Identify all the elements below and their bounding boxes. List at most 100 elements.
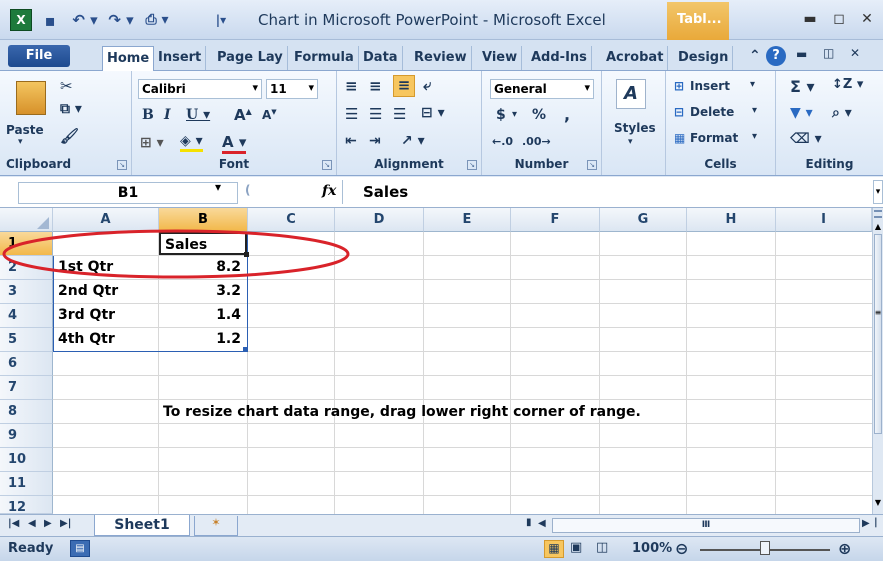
format-painter-icon[interactable]: 🖌 bbox=[60, 127, 79, 145]
zoom-in-icon[interactable]: ⊕ bbox=[838, 539, 851, 558]
split-box-icon[interactable] bbox=[874, 210, 882, 218]
column-header[interactable]: E bbox=[424, 208, 511, 232]
tab-split-handle[interactable]: ▮ bbox=[526, 517, 532, 528]
scroll-thumb[interactable] bbox=[874, 234, 882, 434]
font-name-dropdown[interactable]: Calibri bbox=[138, 79, 262, 99]
format-dropdown-icon[interactable]: ▾ bbox=[752, 131, 757, 142]
tab-add-ins[interactable]: Add-Ins bbox=[527, 46, 592, 70]
prev-sheet-icon[interactable]: ◀ bbox=[28, 518, 36, 529]
minimize-icon[interactable]: ▬ bbox=[797, 8, 823, 30]
find-select-icon[interactable]: ⌕ ▾ bbox=[832, 105, 852, 121]
redo-icon[interactable]: ↷ ▾ bbox=[104, 9, 138, 31]
delete-cells-button[interactable]: Delete bbox=[690, 105, 734, 119]
row-header[interactable]: 6 bbox=[0, 352, 53, 376]
copy-icon[interactable]: ⧉ ▾ bbox=[60, 101, 82, 117]
tab-acrobat[interactable]: Acrobat bbox=[602, 46, 669, 70]
zoom-slider-thumb[interactable] bbox=[760, 541, 770, 555]
align-left-icon[interactable]: ☰ bbox=[345, 105, 358, 123]
normal-view-icon[interactable]: ▦ bbox=[544, 540, 564, 558]
macro-record-icon[interactable]: ▤ bbox=[70, 540, 90, 557]
workbook-restore-icon[interactable]: ◫ bbox=[823, 46, 834, 60]
customize-qat-icon[interactable]: |▾ bbox=[208, 9, 234, 31]
bold-icon[interactable]: B bbox=[142, 107, 154, 123]
row-header[interactable]: 12 bbox=[0, 496, 53, 514]
column-header[interactable]: F bbox=[511, 208, 600, 232]
page-break-view-icon[interactable]: ◫ bbox=[596, 540, 608, 555]
cell-a3[interactable]: 2nd Qtr bbox=[54, 280, 158, 303]
delete-dropdown-icon[interactable]: ▾ bbox=[752, 105, 757, 116]
orientation-icon[interactable]: ↗ ▾ bbox=[401, 133, 425, 149]
insert-cells-button[interactable]: Insert bbox=[690, 79, 730, 93]
print-preview-icon[interactable]: ⎙ ▾ bbox=[140, 9, 174, 31]
column-header[interactable]: G bbox=[600, 208, 687, 232]
cell-b3[interactable]: 3.2 bbox=[159, 280, 247, 303]
number-launcher-icon[interactable]: ↘ bbox=[587, 160, 597, 170]
align-middle-icon[interactable]: ≡ bbox=[369, 77, 382, 95]
range-resize-handle[interactable] bbox=[243, 347, 248, 352]
clear-icon[interactable]: ⌫ ▾ bbox=[790, 131, 822, 147]
excel-logo-icon[interactable]: X bbox=[10, 9, 32, 31]
font-launcher-icon[interactable]: ↘ bbox=[322, 160, 332, 170]
scroll-right-icon[interactable]: ▶ bbox=[862, 518, 870, 529]
tab-design[interactable]: Design bbox=[674, 46, 734, 70]
column-header[interactable]: H bbox=[687, 208, 776, 232]
insert-function-button[interactable]: fx bbox=[322, 183, 336, 199]
zoom-out-icon[interactable]: ⊖ bbox=[675, 539, 688, 558]
font-size-dropdown[interactable]: 11 bbox=[266, 79, 318, 99]
row-header[interactable]: 9 bbox=[0, 424, 53, 448]
alignment-launcher-icon[interactable]: ↘ bbox=[467, 160, 477, 170]
borders-icon[interactable]: ⊞ ▾ bbox=[140, 135, 164, 151]
styles-button[interactable]: Styles bbox=[614, 121, 656, 135]
row-header[interactable]: 8 bbox=[0, 400, 53, 424]
sort-filter-icon[interactable]: ↕Z ▾ bbox=[832, 77, 863, 92]
number-format-dropdown[interactable]: General bbox=[490, 79, 594, 99]
expand-formula-bar-icon[interactable]: ▾ bbox=[873, 180, 883, 204]
row-header[interactable]: 5 bbox=[0, 328, 53, 352]
tab-formulas[interactable]: Formula bbox=[290, 46, 359, 70]
paste-button[interactable]: Paste bbox=[6, 123, 44, 137]
increase-indent-icon[interactable]: ⇥ bbox=[369, 133, 381, 149]
align-right-icon[interactable]: ☰ bbox=[393, 105, 406, 123]
undo-icon[interactable]: ↶ ▾ bbox=[68, 9, 102, 31]
align-center-icon[interactable]: ☰ bbox=[369, 105, 382, 123]
increase-decimal-icon[interactable]: ←.0 bbox=[492, 135, 513, 148]
paste-icon[interactable] bbox=[16, 81, 46, 115]
clipboard-launcher-icon[interactable]: ↘ bbox=[117, 160, 127, 170]
save-icon[interactable]: ▪ bbox=[40, 9, 60, 31]
tab-insert[interactable]: Insert bbox=[154, 46, 207, 70]
styles-dropdown-icon[interactable]: ▾ bbox=[628, 137, 633, 147]
row-header[interactable]: 7 bbox=[0, 376, 53, 400]
column-header[interactable]: I bbox=[776, 208, 872, 232]
delete-cells-icon[interactable]: ⊟ bbox=[674, 105, 684, 119]
name-box-dropdown-icon[interactable]: ▾ bbox=[215, 180, 221, 194]
last-sheet-icon[interactable]: ▶| bbox=[60, 518, 71, 529]
fill-color-icon[interactable]: ◈ ▾ bbox=[180, 133, 203, 152]
vertical-scrollbar[interactable]: ▲ ≡ ▼ bbox=[872, 208, 883, 514]
merge-center-icon[interactable]: ⊟ ▾ bbox=[421, 105, 445, 121]
cut-icon[interactable]: ✂ bbox=[60, 77, 73, 95]
decrease-indent-icon[interactable]: ⇤ bbox=[345, 133, 357, 149]
insert-dropdown-icon[interactable]: ▾ bbox=[750, 79, 755, 90]
workbook-minimize-icon[interactable]: ▬ bbox=[796, 47, 807, 61]
tab-view[interactable]: View bbox=[478, 46, 523, 70]
row-header[interactable]: 10 bbox=[0, 448, 53, 472]
align-top-icon[interactable]: ≡ bbox=[345, 77, 358, 95]
tab-data[interactable]: Data bbox=[359, 46, 403, 70]
currency-dropdown-icon[interactable]: ▾ bbox=[512, 109, 517, 120]
cell-a5[interactable]: 4th Qtr bbox=[54, 328, 158, 351]
zoom-level[interactable]: 100% bbox=[632, 541, 672, 556]
row-header[interactable]: 3 bbox=[0, 280, 53, 304]
paste-dropdown-icon[interactable]: ▾ bbox=[18, 137, 23, 147]
styles-icon[interactable]: A bbox=[616, 79, 646, 109]
restore-icon[interactable]: ◻ bbox=[826, 8, 852, 30]
workbook-close-icon[interactable]: ✕ bbox=[850, 46, 860, 60]
italic-icon[interactable]: I bbox=[164, 107, 171, 123]
wrap-text-icon[interactable]: ⤶ bbox=[423, 76, 431, 94]
insert-sheet-icon[interactable]: ✶ bbox=[194, 516, 238, 536]
name-box[interactable]: B1 bbox=[18, 182, 238, 204]
format-cells-button[interactable]: Format bbox=[690, 131, 738, 145]
sheet-tab-sheet1[interactable]: Sheet1 bbox=[94, 515, 190, 536]
worksheet-grid[interactable]: A B C D E F G H I 1 2 3 4 5 6 7 8 9 10 1… bbox=[0, 208, 872, 514]
minimize-ribbon-icon[interactable]: ⌃ bbox=[749, 48, 761, 64]
formula-input[interactable]: Sales bbox=[342, 180, 872, 204]
